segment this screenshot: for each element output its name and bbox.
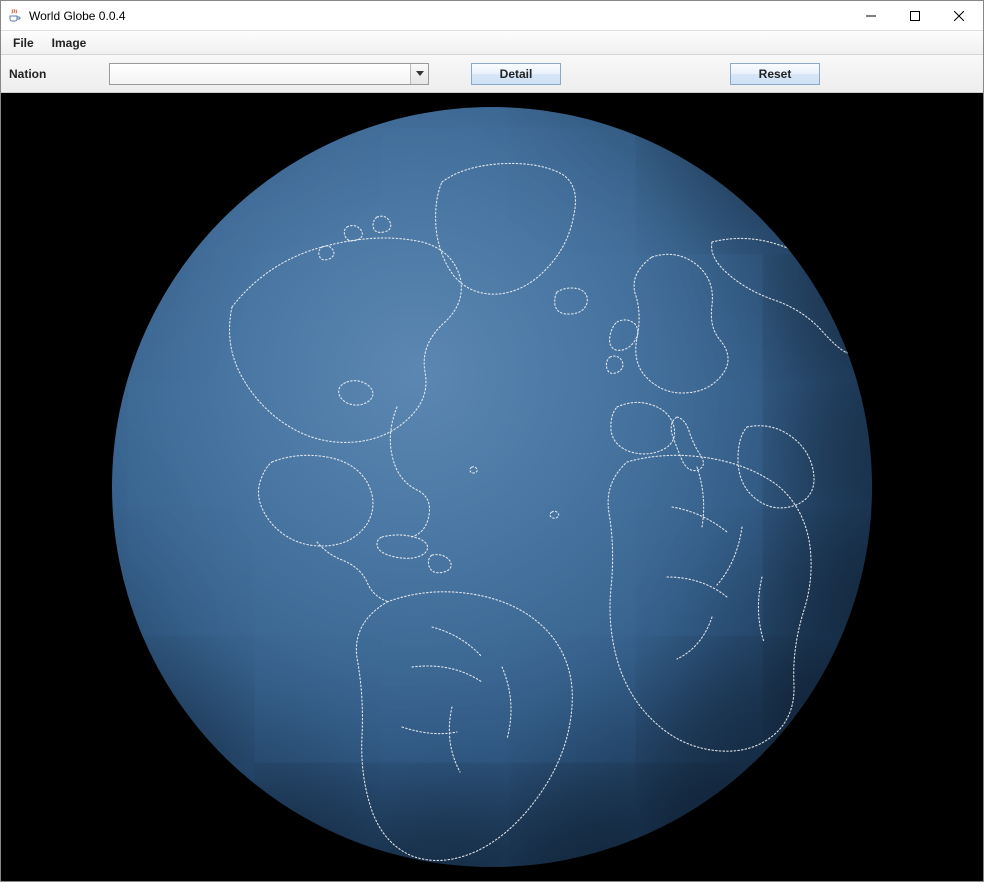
- coastlines-icon: [112, 107, 872, 867]
- globe-sphere: [112, 107, 872, 867]
- nation-combobox-value: [110, 67, 410, 81]
- toolbar: Nation Detail Reset: [1, 55, 983, 93]
- reset-button[interactable]: Reset: [730, 63, 820, 85]
- globe-viewport[interactable]: [1, 93, 983, 881]
- reset-button-label: Reset: [759, 67, 792, 81]
- minimize-button[interactable]: [849, 2, 893, 30]
- nation-combobox[interactable]: [109, 63, 429, 85]
- titlebar: World Globe 0.0.4: [1, 1, 983, 31]
- java-cup-icon: [7, 8, 23, 24]
- menu-file[interactable]: File: [5, 33, 42, 53]
- nation-label: Nation: [7, 67, 97, 81]
- chevron-down-icon: [410, 64, 428, 84]
- detail-button[interactable]: Detail: [471, 63, 561, 85]
- menu-image[interactable]: Image: [44, 33, 95, 53]
- maximize-button[interactable]: [893, 2, 937, 30]
- detail-button-label: Detail: [500, 67, 533, 81]
- close-button[interactable]: [937, 2, 981, 30]
- window-title: World Globe 0.0.4: [29, 9, 126, 23]
- menubar: File Image: [1, 31, 983, 55]
